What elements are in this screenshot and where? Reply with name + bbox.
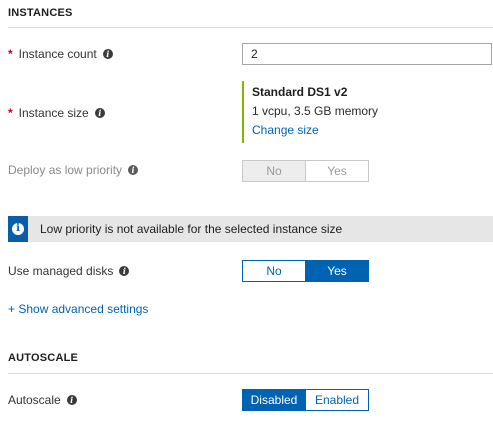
autoscale-section-title: AUTOSCALE	[8, 352, 79, 364]
instance-count-label-text: Instance count	[18, 47, 97, 61]
low-priority-label: Deploy as low priority i	[8, 163, 139, 177]
info-icon: i	[12, 223, 24, 235]
managed-disks-no-option[interactable]: No	[242, 260, 306, 282]
low-priority-label-text: Deploy as low priority	[8, 163, 123, 177]
autoscale-label-text: Autoscale	[8, 393, 61, 407]
instance-size-summary: Standard DS1 v2 1 vcpu, 3.5 GB memory Ch…	[242, 81, 378, 143]
instances-section-title: INSTANCES	[8, 7, 73, 19]
required-marker: *	[8, 106, 13, 120]
instance-size-name: Standard DS1 v2	[252, 85, 348, 99]
required-marker: *	[8, 47, 13, 61]
autoscale-label: Autoscale i	[8, 393, 77, 407]
managed-disks-toggle: No Yes	[242, 260, 369, 282]
instance-count-label: * Instance count i	[8, 47, 113, 61]
instance-size-label-text: Instance size	[18, 106, 89, 120]
info-icon[interactable]: i	[128, 165, 139, 175]
instances-divider	[8, 27, 493, 28]
info-banner-icon: i	[8, 216, 28, 242]
autoscale-enabled-option[interactable]: Enabled	[306, 389, 369, 411]
show-advanced-settings-link[interactable]: + Show advanced settings	[8, 302, 148, 316]
info-icon[interactable]: i	[102, 49, 113, 59]
change-size-link[interactable]: Change size	[252, 123, 378, 137]
info-icon[interactable]: i	[119, 266, 130, 276]
managed-disks-label-text: Use managed disks	[8, 264, 114, 278]
info-banner: i Low priority is not available for the …	[8, 216, 493, 242]
autoscale-disabled-option[interactable]: Disabled	[242, 389, 306, 411]
instance-count-input[interactable]	[242, 43, 492, 65]
scale-settings-panel: INSTANCES * Instance count i * Instance …	[0, 0, 493, 427]
low-priority-toggle: No Yes	[242, 160, 369, 182]
instance-size-label: * Instance size i	[8, 106, 105, 120]
info-icon[interactable]: i	[66, 395, 77, 405]
managed-disks-label: Use managed disks i	[8, 264, 130, 278]
low-priority-yes-option: Yes	[306, 160, 369, 182]
low-priority-no-option: No	[242, 160, 306, 182]
managed-disks-yes-option[interactable]: Yes	[306, 260, 369, 282]
info-icon[interactable]: i	[94, 108, 105, 118]
autoscale-toggle: Disabled Enabled	[242, 389, 369, 411]
instance-size-spec: 1 vcpu, 3.5 GB memory	[252, 104, 379, 118]
info-banner-text: Low priority is not available for the se…	[40, 222, 343, 236]
autoscale-divider	[8, 373, 493, 374]
